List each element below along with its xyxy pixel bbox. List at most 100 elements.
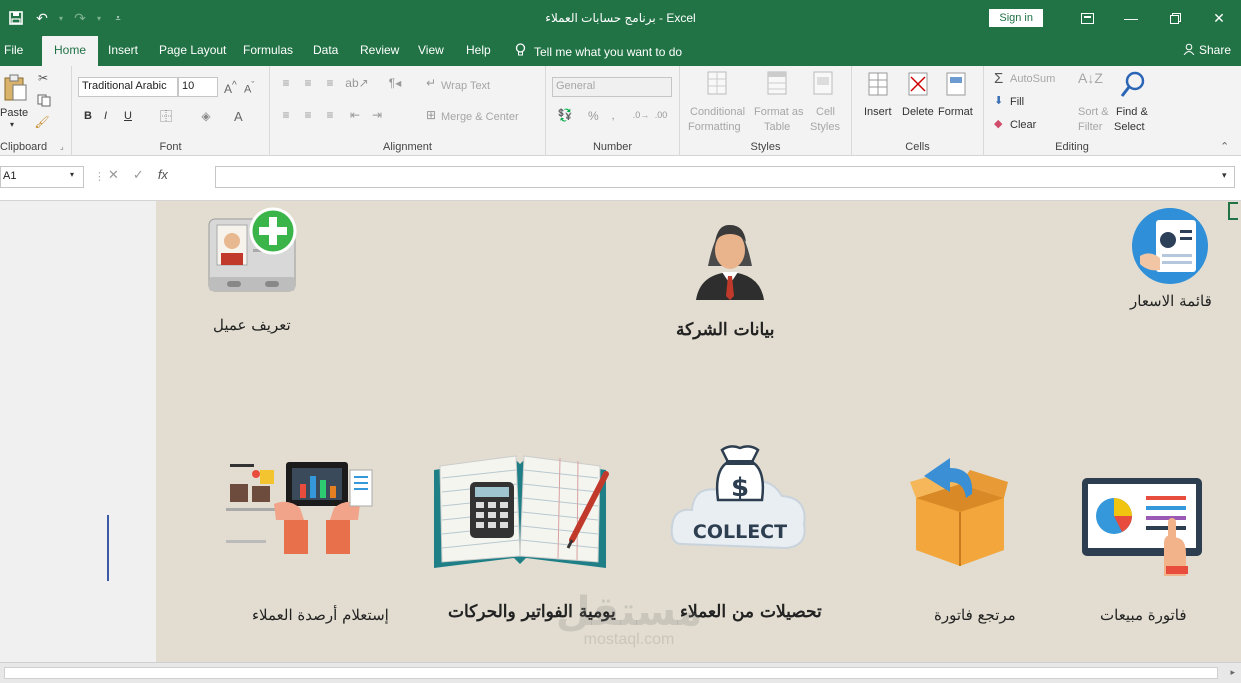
clipboard-launcher-icon[interactable]: ⌟ xyxy=(60,142,64,151)
format-button[interactable]: Format xyxy=(938,106,973,118)
clear-icon[interactable]: ◆ xyxy=(994,117,1002,130)
collections-tile[interactable]: $ COLLECT xyxy=(670,440,810,566)
bold-button[interactable]: B xyxy=(84,110,92,122)
tab-help[interactable]: Help xyxy=(466,43,491,57)
cancel-icon[interactable]: ✕ xyxy=(108,167,119,183)
format-cells-icon[interactable] xyxy=(944,70,968,98)
middle-align-icon[interactable]: ≡ xyxy=(300,76,316,90)
invoice-return-label[interactable]: مرتجع فاتورة xyxy=(934,606,1016,624)
restore-icon[interactable] xyxy=(1153,0,1197,36)
clear-button[interactable]: Clear xyxy=(1010,119,1036,131)
copy-icon[interactable] xyxy=(34,93,54,107)
cell-styles-button[interactable]: Cell xyxy=(816,106,835,118)
percent-button[interactable]: % xyxy=(588,109,599,123)
cut-icon[interactable]: ✂ xyxy=(36,71,50,85)
sign-in-button[interactable]: Sign in xyxy=(989,9,1043,27)
name-box-dropdown-icon[interactable]: ▾ xyxy=(70,170,74,179)
shrink-font-icon[interactable]: Aˇ xyxy=(244,80,254,96)
italic-button[interactable]: I xyxy=(104,110,107,122)
tab-home[interactable]: Home xyxy=(42,36,99,66)
number-format-combo[interactable]: General xyxy=(552,77,672,97)
tab-data[interactable]: Data xyxy=(313,43,338,57)
cell-selection-handle[interactable] xyxy=(1228,202,1238,220)
tell-me-box[interactable]: Tell me what you want to do xyxy=(515,43,682,60)
share-button[interactable]: Share xyxy=(1183,43,1231,58)
insert-function-button[interactable]: fx xyxy=(158,167,168,183)
scroll-right-icon[interactable]: ▸ xyxy=(1230,667,1235,678)
decrease-indent-icon[interactable]: ⇤ xyxy=(346,108,364,122)
expand-formula-bar-icon[interactable]: ▾ xyxy=(1222,170,1227,181)
top-align-icon[interactable]: ≡ xyxy=(278,76,294,90)
conditional-formatting-icon[interactable] xyxy=(706,70,730,98)
grow-font-icon[interactable]: A^ xyxy=(224,80,237,96)
underline-button[interactable]: U xyxy=(124,110,132,122)
borders-icon[interactable] xyxy=(158,108,174,124)
company-data-label[interactable]: بيانات الشركة xyxy=(676,320,775,340)
daily-invoices-tile[interactable] xyxy=(430,444,610,578)
sales-invoice-tile[interactable] xyxy=(1082,474,1204,576)
autosum-button[interactable]: AutoSum xyxy=(1010,73,1055,85)
define-client-label[interactable]: تعريف عميل xyxy=(213,316,291,334)
client-balances-tile[interactable] xyxy=(226,460,376,556)
wrap-text-button[interactable]: Wrap Text xyxy=(441,80,490,92)
paste-icon[interactable] xyxy=(2,74,28,102)
bottom-align-icon[interactable]: ≡ xyxy=(322,76,338,90)
tab-review[interactable]: Review xyxy=(360,43,399,57)
paste-button[interactable]: Paste xyxy=(0,107,28,119)
tab-view[interactable]: View xyxy=(418,43,444,57)
sort-filter-button[interactable]: Sort & xyxy=(1078,106,1109,118)
align-left-icon[interactable]: ≡ xyxy=(278,108,294,122)
redo-dropdown-icon[interactable]: ▾ xyxy=(94,6,104,30)
cell-styles-icon[interactable] xyxy=(812,70,836,98)
insert-button[interactable]: Insert xyxy=(864,106,892,118)
align-right-icon[interactable]: ≡ xyxy=(322,108,338,122)
save-icon[interactable] xyxy=(4,6,28,30)
merge-center-button[interactable]: Merge & Center xyxy=(441,111,519,123)
font-color-icon[interactable]: A xyxy=(234,109,243,124)
define-client-tile[interactable] xyxy=(207,205,299,299)
undo-dropdown-icon[interactable]: ▾ xyxy=(56,6,66,30)
format-painter-icon[interactable]: 🖌 xyxy=(34,115,49,129)
redo-icon[interactable]: ↷ xyxy=(68,6,92,30)
increase-indent-icon[interactable]: ⇥ xyxy=(368,108,386,122)
increase-decimal-icon[interactable]: .0→ xyxy=(632,108,650,122)
font-name-combo[interactable]: Traditional Arabic xyxy=(78,77,178,97)
fill-icon[interactable]: ⬇ xyxy=(994,94,1003,107)
autosum-icon[interactable]: Σ xyxy=(994,70,1003,87)
tab-file[interactable]: File xyxy=(4,43,23,57)
sales-invoice-label[interactable]: فاتورة مبيعات xyxy=(1100,606,1187,624)
ribbon-display-options-icon[interactable] xyxy=(1065,0,1109,36)
sort-filter-icon[interactable]: A↓Z xyxy=(1078,70,1103,86)
formula-input[interactable] xyxy=(215,166,1235,188)
close-icon[interactable]: ✕ xyxy=(1197,0,1241,36)
accounting-format-icon[interactable]: 💱 xyxy=(554,108,576,122)
search-icon[interactable] xyxy=(1118,70,1148,100)
tab-insert[interactable]: Insert xyxy=(108,43,138,57)
delete-cells-icon[interactable] xyxy=(906,70,930,98)
paste-dropdown-icon[interactable]: ▾ xyxy=(10,120,14,129)
find-select-button[interactable]: Find & xyxy=(1116,106,1148,118)
delete-button[interactable]: Delete xyxy=(902,106,934,118)
conditional-formatting-button[interactable]: Conditional xyxy=(690,106,745,118)
format-as-table-icon[interactable] xyxy=(766,70,790,98)
decrease-decimal-icon[interactable]: .00 xyxy=(652,108,670,122)
tab-formulas[interactable]: Formulas xyxy=(243,43,293,57)
horizontal-scrollbar[interactable]: ▸ xyxy=(0,662,1241,683)
collapse-ribbon-icon[interactable]: ⌃ xyxy=(1220,140,1229,153)
merge-center-icon[interactable]: ⊞ xyxy=(424,108,438,122)
invoice-return-tile[interactable] xyxy=(910,454,1008,570)
insert-cells-icon[interactable] xyxy=(866,70,890,98)
orientation-icon[interactable]: ab↗ xyxy=(345,76,368,90)
fill-color-icon[interactable]: ◈ xyxy=(198,108,214,124)
align-center-icon[interactable]: ≡ xyxy=(300,108,316,122)
minimize-icon[interactable]: — xyxy=(1109,0,1153,36)
rtl-direction-icon[interactable]: ¶◂ xyxy=(386,76,404,90)
comma-style-icon[interactable]: , xyxy=(606,108,620,122)
price-list-label[interactable]: قائمة الاسعار xyxy=(1130,292,1212,310)
undo-icon[interactable]: ↶ xyxy=(30,6,54,30)
font-size-combo[interactable]: 10 xyxy=(178,77,218,97)
format-as-table-button[interactable]: Format as xyxy=(754,106,804,118)
fill-button[interactable]: Fill xyxy=(1010,96,1024,108)
client-balances-label[interactable]: إستعلام أرصدة العملاء xyxy=(252,606,389,624)
price-list-tile[interactable] xyxy=(1130,206,1210,286)
